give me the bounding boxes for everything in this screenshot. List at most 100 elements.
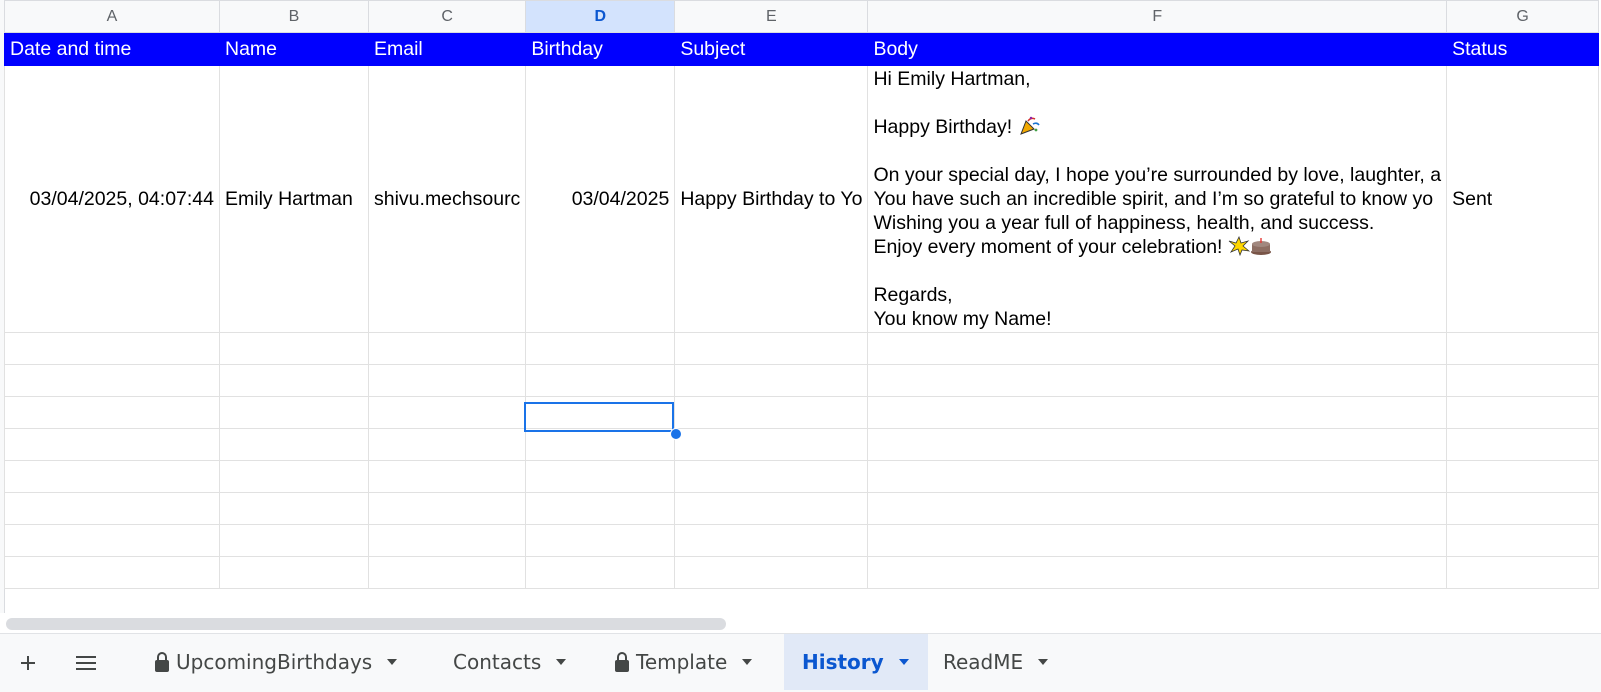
cell[interactable] (525, 332, 676, 365)
header-cell-status[interactable]: Status (1446, 32, 1600, 66)
header-cell-body[interactable]: Body (867, 32, 1448, 66)
cell[interactable] (867, 332, 1448, 365)
sheet-table: A B C D E F G Date and time Name Email B… (4, 0, 1600, 589)
tab-upcoming-birthdays[interactable]: UpcomingBirthdays (136, 634, 416, 690)
cell[interactable] (219, 428, 369, 461)
header-cell-name[interactable]: Name (219, 32, 369, 66)
cell-birthday[interactable]: 03/04/2025 (525, 65, 676, 333)
cell[interactable] (367, 460, 527, 493)
fill-handle[interactable] (670, 428, 682, 440)
party-popper-icon (1019, 116, 1040, 135)
cell[interactable] (219, 396, 369, 429)
cell[interactable] (367, 556, 527, 589)
cell[interactable] (867, 460, 1448, 493)
all-sheets-button[interactable] (64, 634, 108, 692)
cell[interactable] (674, 364, 869, 397)
menu-icon (76, 656, 96, 670)
column-header-f[interactable]: F (867, 0, 1448, 33)
caret-down-icon[interactable] (898, 658, 910, 666)
horizontal-scrollbar[interactable] (0, 613, 1601, 631)
caret-down-icon[interactable] (741, 658, 753, 666)
cell[interactable] (1446, 428, 1600, 461)
tab-readme[interactable]: ReadME (925, 634, 1067, 690)
cell[interactable] (867, 364, 1448, 397)
cell[interactable] (674, 492, 869, 525)
cell-email[interactable]: shivu.mechsourc (367, 65, 527, 333)
cell[interactable] (674, 428, 869, 461)
column-header-b[interactable]: B (219, 0, 369, 33)
cell[interactable] (525, 364, 676, 397)
selected-cell[interactable] (525, 396, 676, 429)
column-header-a[interactable]: A (4, 0, 220, 33)
header-cell-subject[interactable]: Subject (674, 32, 869, 66)
column-header-c[interactable]: C (367, 0, 527, 33)
cell[interactable] (525, 492, 676, 525)
table-row (4, 524, 1600, 557)
cell-subject[interactable]: Happy Birthday to Yo (674, 65, 869, 333)
cell-name[interactable]: Emily Hartman (219, 65, 369, 333)
cell[interactable] (867, 524, 1448, 557)
cell[interactable] (219, 492, 369, 525)
caret-down-icon[interactable] (1037, 658, 1049, 666)
cell[interactable] (525, 460, 676, 493)
cell[interactable] (367, 364, 527, 397)
cell[interactable] (367, 396, 527, 429)
scrollbar-thumb[interactable] (6, 618, 726, 630)
cell[interactable] (4, 524, 220, 557)
header-cell-email[interactable]: Email (367, 32, 527, 66)
cell[interactable] (674, 396, 869, 429)
cell-status[interactable]: Sent (1446, 65, 1600, 333)
cell[interactable] (525, 556, 676, 589)
cell[interactable] (525, 524, 676, 557)
cell[interactable] (1446, 460, 1600, 493)
cell[interactable] (367, 492, 527, 525)
cell[interactable] (4, 396, 220, 429)
column-header-e[interactable]: E (674, 0, 869, 33)
cell[interactable] (4, 428, 220, 461)
cell[interactable] (367, 332, 527, 365)
cell[interactable] (4, 556, 220, 589)
cell[interactable] (1446, 492, 1600, 525)
cell[interactable] (219, 524, 369, 557)
tab-history[interactable]: History (784, 634, 928, 690)
cell[interactable] (674, 332, 869, 365)
cell[interactable] (219, 364, 369, 397)
cell[interactable] (4, 492, 220, 525)
cell[interactable] (1446, 556, 1600, 589)
table-row (4, 460, 1600, 493)
cell[interactable] (867, 396, 1448, 429)
cell[interactable] (219, 332, 369, 365)
cell[interactable] (674, 460, 869, 493)
caret-down-icon[interactable] (555, 658, 567, 666)
tab-label: ReadME (943, 650, 1024, 674)
column-header-d[interactable]: D (525, 0, 676, 33)
cell[interactable] (867, 556, 1448, 589)
cell[interactable] (1446, 524, 1600, 557)
cell[interactable] (674, 556, 869, 589)
caret-down-icon[interactable] (386, 658, 398, 666)
cell-body[interactable]: Hi Emily Hartman, Happy Birthday! On you… (867, 65, 1448, 333)
cell[interactable] (4, 364, 220, 397)
body-line (873, 139, 1441, 163)
cell[interactable] (1446, 332, 1600, 365)
cell[interactable] (4, 332, 220, 365)
cell[interactable] (219, 460, 369, 493)
tab-template[interactable]: Template (596, 634, 771, 690)
lock-icon (154, 651, 170, 673)
cell-date-time[interactable]: 03/04/2025, 04:07:44 (4, 65, 220, 333)
cell[interactable] (367, 524, 527, 557)
cell[interactable] (867, 492, 1448, 525)
cell[interactable] (1446, 364, 1600, 397)
cell[interactable] (219, 556, 369, 589)
tab-contacts[interactable]: Contacts (435, 634, 585, 690)
column-header-g[interactable]: G (1446, 0, 1600, 33)
cell[interactable] (4, 460, 220, 493)
cell[interactable] (1446, 396, 1600, 429)
cell[interactable] (867, 428, 1448, 461)
add-sheet-button[interactable] (6, 634, 50, 692)
header-cell-date-time[interactable]: Date and time (4, 32, 220, 66)
cell[interactable] (674, 524, 869, 557)
cell[interactable] (525, 428, 676, 461)
cell[interactable] (367, 428, 527, 461)
header-cell-birthday[interactable]: Birthday (525, 32, 676, 66)
